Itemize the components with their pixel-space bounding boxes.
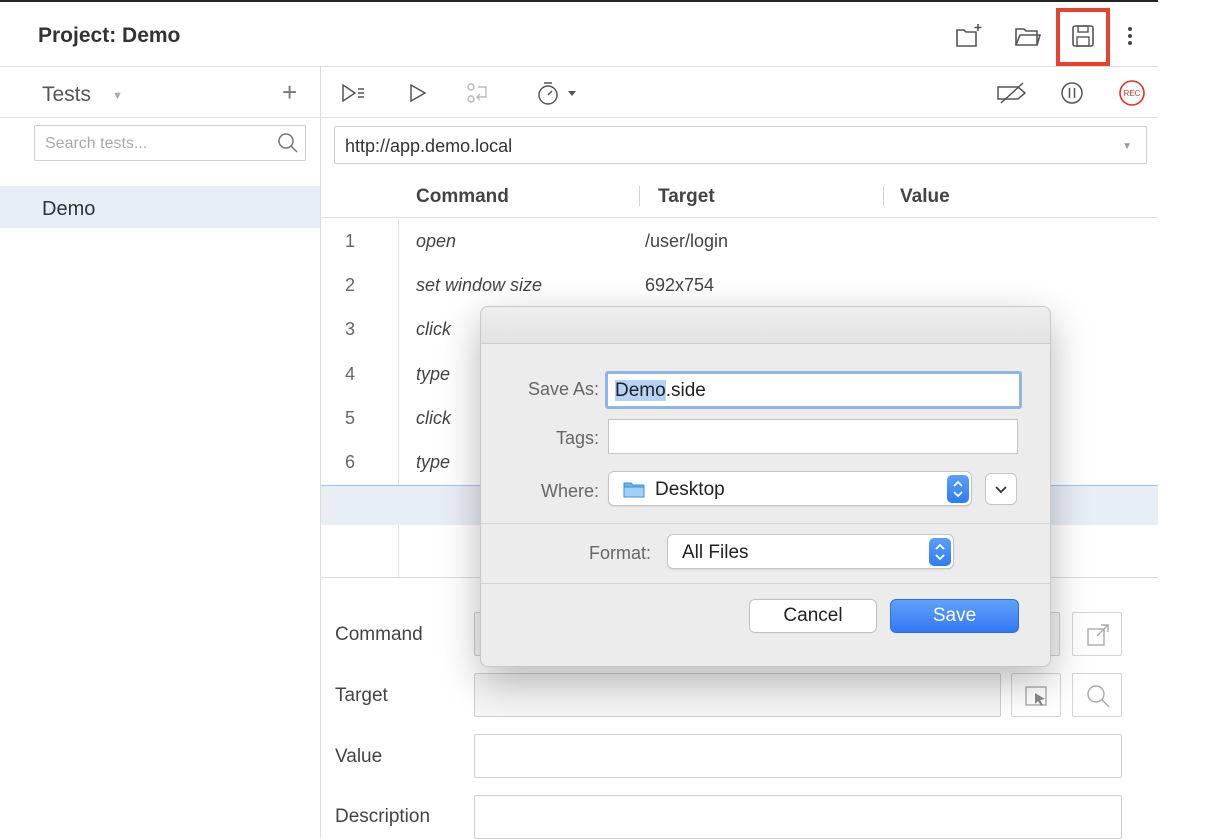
cancel-button[interactable]: Cancel [749,599,877,633]
project-label: Project: [38,24,117,47]
step-icon[interactable] [464,79,492,107]
folder-icon [623,480,645,498]
search-placeholder: Search tests... [45,135,148,152]
updown-chevron-icon [947,475,969,503]
where-value: Desktop [655,479,725,500]
external-link-icon [1087,624,1109,646]
run-all-tests-icon[interactable] [339,79,367,107]
row-number: 6 [345,452,356,472]
save-as-value: Demo.side [615,380,706,402]
page-title: Project: Demo [38,24,180,48]
value-label: Value [335,746,383,767]
row-command: open [416,231,457,251]
record-label: REC [1124,89,1141,98]
editor-toolbar: REC [321,67,1158,118]
row-number: 2 [345,275,356,295]
more-options-icon[interactable] [1116,22,1144,50]
tests-header: Tests ▼ + [0,67,320,118]
save-button[interactable]: Save [890,599,1019,633]
row-command: click [416,408,451,428]
where-dropdown[interactable]: Desktop [608,471,972,506]
divider [481,583,1050,584]
select-target-button[interactable] [1011,673,1061,717]
description-label: Description [335,806,431,827]
chevron-down-icon[interactable]: ▼ [1122,141,1132,152]
select-element-icon [1025,686,1047,706]
column-divider [883,186,884,206]
save-as-label: Save As: [527,379,599,399]
tags-input[interactable] [608,419,1018,454]
open-reference-button[interactable] [1072,612,1122,656]
search-tests-input[interactable]: Search tests... [34,125,306,161]
test-item-label: Demo [42,198,96,220]
column-header-target: Target [658,186,715,207]
value-input[interactable] [474,734,1122,778]
save-as-input[interactable]: Demo.side [605,371,1022,409]
base-url-value: http://app.demo.local [345,136,513,156]
pause-icon[interactable] [1058,79,1086,107]
base-url-input[interactable]: http://app.demo.local ▼ [334,126,1147,164]
column-divider [639,186,640,206]
table-header: Command Target Value [321,174,1158,218]
run-test-icon[interactable] [405,79,433,107]
tests-sidebar: Tests ▼ + Search tests... Demo [0,67,321,838]
row-number: 1 [345,231,356,251]
expand-dialog-button[interactable] [985,473,1017,505]
app-header: Project: Demo [0,0,1158,67]
find-target-button[interactable] [1072,673,1122,717]
tags-label: Tags: [555,428,599,448]
where-label: Where: [540,481,599,501]
speed-icon[interactable] [535,79,581,107]
row-command: type [416,364,451,384]
column-header-value: Value [900,186,950,207]
save-dialog: Save As: Demo.side Tags: Where: Desktop … [480,306,1051,667]
save-icon-highlight [1056,8,1110,66]
filename-extension: .side [665,380,706,401]
description-input[interactable] [474,795,1122,839]
column-header-command: Command [416,186,509,207]
row-command: type [416,452,451,472]
divider [481,523,1050,524]
search-icon [277,132,299,154]
command-label: Command [335,624,423,645]
row-target: /user/login [645,231,729,251]
new-project-icon[interactable] [954,22,982,50]
format-dropdown[interactable]: All Files [667,534,954,569]
target-label: Target [335,685,388,706]
row-command: set window size [416,275,543,295]
row-number: 4 [345,364,356,384]
search-icon [1087,685,1110,708]
test-list-item[interactable]: Demo [0,186,320,228]
filename-selection: Demo [615,380,666,401]
tests-dropdown[interactable]: Tests [42,83,91,107]
target-input[interactable] [474,673,1001,717]
open-project-icon[interactable] [1013,22,1041,50]
chevron-down-icon[interactable]: ▼ [112,90,123,102]
table-row[interactable]: 2 set window size 692x754 [321,263,1158,307]
dialog-titlebar [481,307,1050,344]
format-label: Format: [588,543,651,563]
row-number: 3 [345,319,356,339]
row-command: click [416,319,451,339]
updown-chevron-icon [929,538,951,566]
add-test-button[interactable]: + [282,77,297,108]
row-target: 692x754 [645,275,715,295]
format-value: All Files [682,542,749,563]
record-icon[interactable]: REC [1115,79,1149,107]
row-number: 5 [345,408,356,428]
table-row[interactable]: 1 open /user/login [321,219,1158,263]
chevron-down-icon [995,486,1007,494]
project-name[interactable]: Demo [122,24,180,47]
disable-breakpoints-icon[interactable] [995,79,1029,107]
window-edge [1158,0,1222,838]
